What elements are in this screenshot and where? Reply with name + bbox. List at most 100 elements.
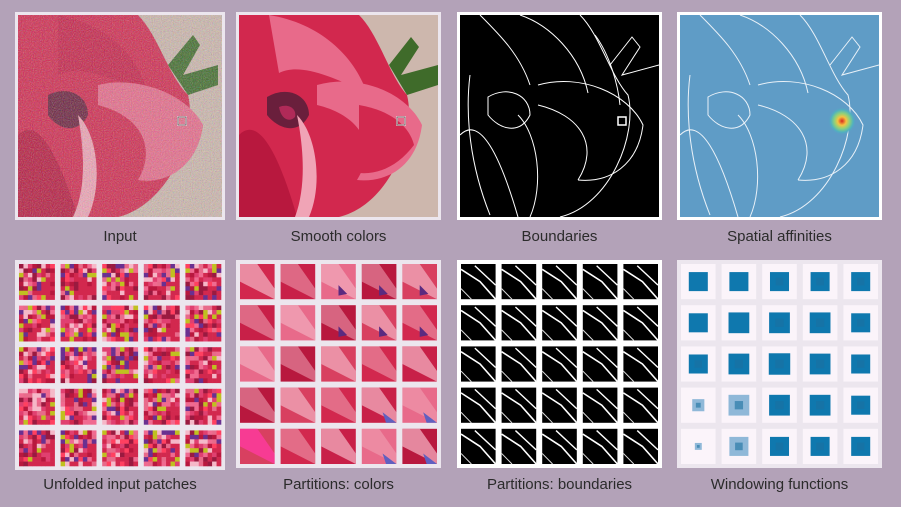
- grid-cell: [501, 305, 537, 341]
- smooth-image: [236, 12, 441, 220]
- patches-grid: [15, 260, 225, 470]
- grid-cell: [541, 264, 578, 300]
- panel-input: Input: [15, 12, 225, 252]
- grid-cell: [582, 264, 618, 300]
- grid-cell: [240, 428, 275, 464]
- grid-cell: [622, 428, 659, 465]
- grid-cell: [361, 305, 397, 341]
- grid-cell: [721, 387, 757, 423]
- grid-cell: [143, 388, 180, 425]
- grid-cell: [280, 305, 316, 341]
- grid-cell: [102, 430, 139, 467]
- grid-cell: [240, 305, 275, 341]
- boundaries-image: [457, 12, 662, 220]
- grid-cell: [681, 387, 716, 423]
- grid-cell: [280, 428, 316, 464]
- grid-cell: [19, 388, 55, 425]
- panel-spatial-affinities: Spatial affinities: [677, 12, 882, 252]
- grid-cell: [843, 428, 878, 464]
- grid-cell: [185, 388, 222, 425]
- grid-cell: [541, 428, 578, 465]
- grid-cell: [460, 346, 497, 383]
- grid-cell: [321, 428, 356, 464]
- panel-boundaries: Boundaries: [457, 12, 662, 252]
- grid-cell: [402, 264, 437, 300]
- grid-cell: [681, 305, 716, 341]
- grid-cell: [582, 428, 618, 465]
- grid-cell: [321, 264, 356, 300]
- grid-cell: [802, 264, 838, 300]
- grid-cell: [102, 347, 139, 384]
- grid-cell: [843, 264, 878, 300]
- grid-cell: [19, 305, 55, 342]
- windowing-grid: [677, 260, 882, 468]
- grid-cell: [143, 264, 180, 300]
- grid-cell: [802, 305, 838, 341]
- grid-cell: [19, 347, 55, 384]
- caption-partitions-colors: Partitions: colors: [283, 476, 394, 493]
- grid-cell: [501, 264, 537, 300]
- grid-cell: [60, 347, 97, 384]
- grid-cell: [762, 428, 797, 464]
- partition-boundaries-grid: [457, 260, 662, 468]
- grid-cell: [143, 305, 180, 342]
- grid-cell: [762, 305, 797, 341]
- grid-cell: [143, 347, 180, 384]
- grid-cell: [185, 305, 222, 342]
- grid-cell: [240, 264, 275, 300]
- caption-boundaries: Boundaries: [521, 228, 598, 245]
- caption-partitions-boundaries: Partitions: boundaries: [486, 476, 633, 493]
- grid-cell: [541, 305, 578, 341]
- grid-cell: [681, 264, 716, 300]
- grid-cell: [19, 264, 55, 300]
- grid-cell: [60, 430, 97, 467]
- grid-cell: [143, 430, 180, 467]
- grid-cell: [681, 346, 716, 382]
- caption-input: Input: [103, 228, 137, 245]
- grid-cell: [721, 264, 757, 300]
- grid-cell: [102, 305, 139, 342]
- grid-cell: [321, 346, 356, 382]
- grid-cell: [622, 305, 659, 341]
- grid-cell: [361, 387, 397, 423]
- panel-windowing-functions: Windowing functions: [677, 260, 882, 500]
- grid-cell: [361, 346, 397, 382]
- grid-cell: [402, 428, 437, 464]
- grid-cell: [541, 387, 578, 424]
- grid-cell: [541, 346, 578, 383]
- grid-cell: [280, 264, 316, 300]
- grid-cell: [240, 346, 275, 382]
- grid-cell: [843, 346, 878, 382]
- panel-partitions-boundaries: Partitions: boundaries: [457, 260, 662, 500]
- panel-unfolded-patches: Unfolded input patches: [15, 260, 225, 500]
- grid-cell: [402, 305, 437, 341]
- grid-cell: [321, 305, 356, 341]
- grid-cell: [501, 428, 537, 465]
- grid-cell: [762, 346, 797, 382]
- grid-cell: [361, 264, 397, 300]
- grid-cell: [460, 387, 497, 424]
- panel-partitions-colors: Partitions: colors: [236, 260, 441, 500]
- grid-cell: [721, 428, 757, 464]
- caption-spatial-affinities: Spatial affinities: [727, 228, 832, 245]
- grid-cell: [762, 264, 797, 300]
- grid-cell: [501, 387, 537, 424]
- grid-cell: [622, 346, 659, 383]
- grid-cell: [280, 346, 316, 382]
- grid-cell: [321, 387, 356, 423]
- grid-cell: [102, 264, 139, 300]
- grid-cell: [582, 387, 618, 424]
- grid-cell: [185, 430, 222, 467]
- grid-cell: [60, 305, 97, 342]
- grid-cell: [721, 305, 757, 341]
- grid-cell: [762, 387, 797, 423]
- grid-cell: [402, 346, 437, 382]
- grid-cell: [460, 264, 497, 300]
- input-image: [15, 12, 225, 220]
- caption-smooth-colors: Smooth colors: [290, 228, 387, 245]
- grid-cell: [60, 388, 97, 425]
- grid-cell: [240, 387, 275, 423]
- grid-cell: [721, 346, 757, 382]
- grid-cell: [501, 346, 537, 383]
- grid-cell: [280, 387, 316, 423]
